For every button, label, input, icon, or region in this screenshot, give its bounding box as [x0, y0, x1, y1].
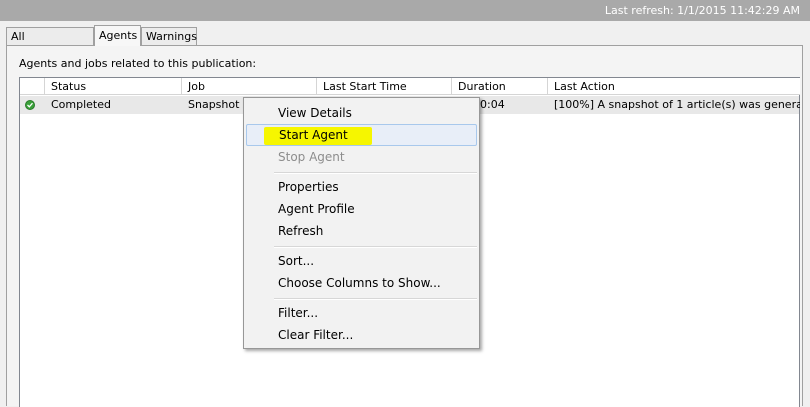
menu-item-sort[interactable]: Sort...	[246, 250, 477, 272]
column-header-last-action[interactable]: Last Action	[548, 78, 800, 95]
menu-item-filter[interactable]: Filter...	[246, 302, 477, 324]
column-header-status[interactable]: Status	[45, 78, 182, 95]
menu-item-stop-agent[interactable]: Stop Agent	[246, 146, 477, 168]
column-header-last-start-time[interactable]: Last Start Time	[317, 78, 452, 95]
menu-item-refresh[interactable]: Refresh	[246, 220, 477, 242]
menu-item-agent-profile[interactable]: Agent Profile	[246, 198, 477, 220]
tab-all-subscriptions[interactable]: All Subscriptions	[6, 27, 94, 61]
menu-item-properties[interactable]: Properties	[246, 176, 477, 198]
menu-item-start-agent-label: Start Agent	[279, 128, 348, 142]
cell-status: Completed	[51, 98, 111, 111]
context-menu: View Details Start Agent Stop Agent Prop…	[243, 97, 480, 349]
tab-warnings[interactable]: Warnings	[141, 27, 197, 45]
top-bar: Last refresh: 1/1/2015 11:42:29 AM	[0, 0, 810, 21]
menu-item-view-details[interactable]: View Details	[246, 102, 477, 124]
check-circle-icon	[25, 100, 35, 110]
last-refresh-text: Last refresh: 1/1/2015 11:42:29 AM	[604, 4, 800, 17]
menu-separator	[274, 246, 477, 248]
tab-agents[interactable]: Agents	[94, 25, 141, 46]
panel-title: Agents and jobs related to this publicat…	[19, 57, 257, 70]
grid-header: Status Job Last Start Time Duration Last…	[20, 78, 800, 95]
menu-separator	[274, 298, 477, 300]
column-header-duration[interactable]: Duration	[452, 78, 548, 95]
column-header-icon[interactable]	[20, 78, 45, 95]
menu-separator	[274, 172, 477, 174]
menu-item-clear-filter[interactable]: Clear Filter...	[246, 324, 477, 346]
menu-item-start-agent[interactable]: Start Agent	[246, 124, 477, 146]
menu-item-choose-columns[interactable]: Choose Columns to Show...	[246, 272, 477, 294]
cell-last-action: [100%] A snapshot of 1 article(s) was ge…	[554, 98, 800, 111]
column-header-job[interactable]: Job	[182, 78, 317, 95]
